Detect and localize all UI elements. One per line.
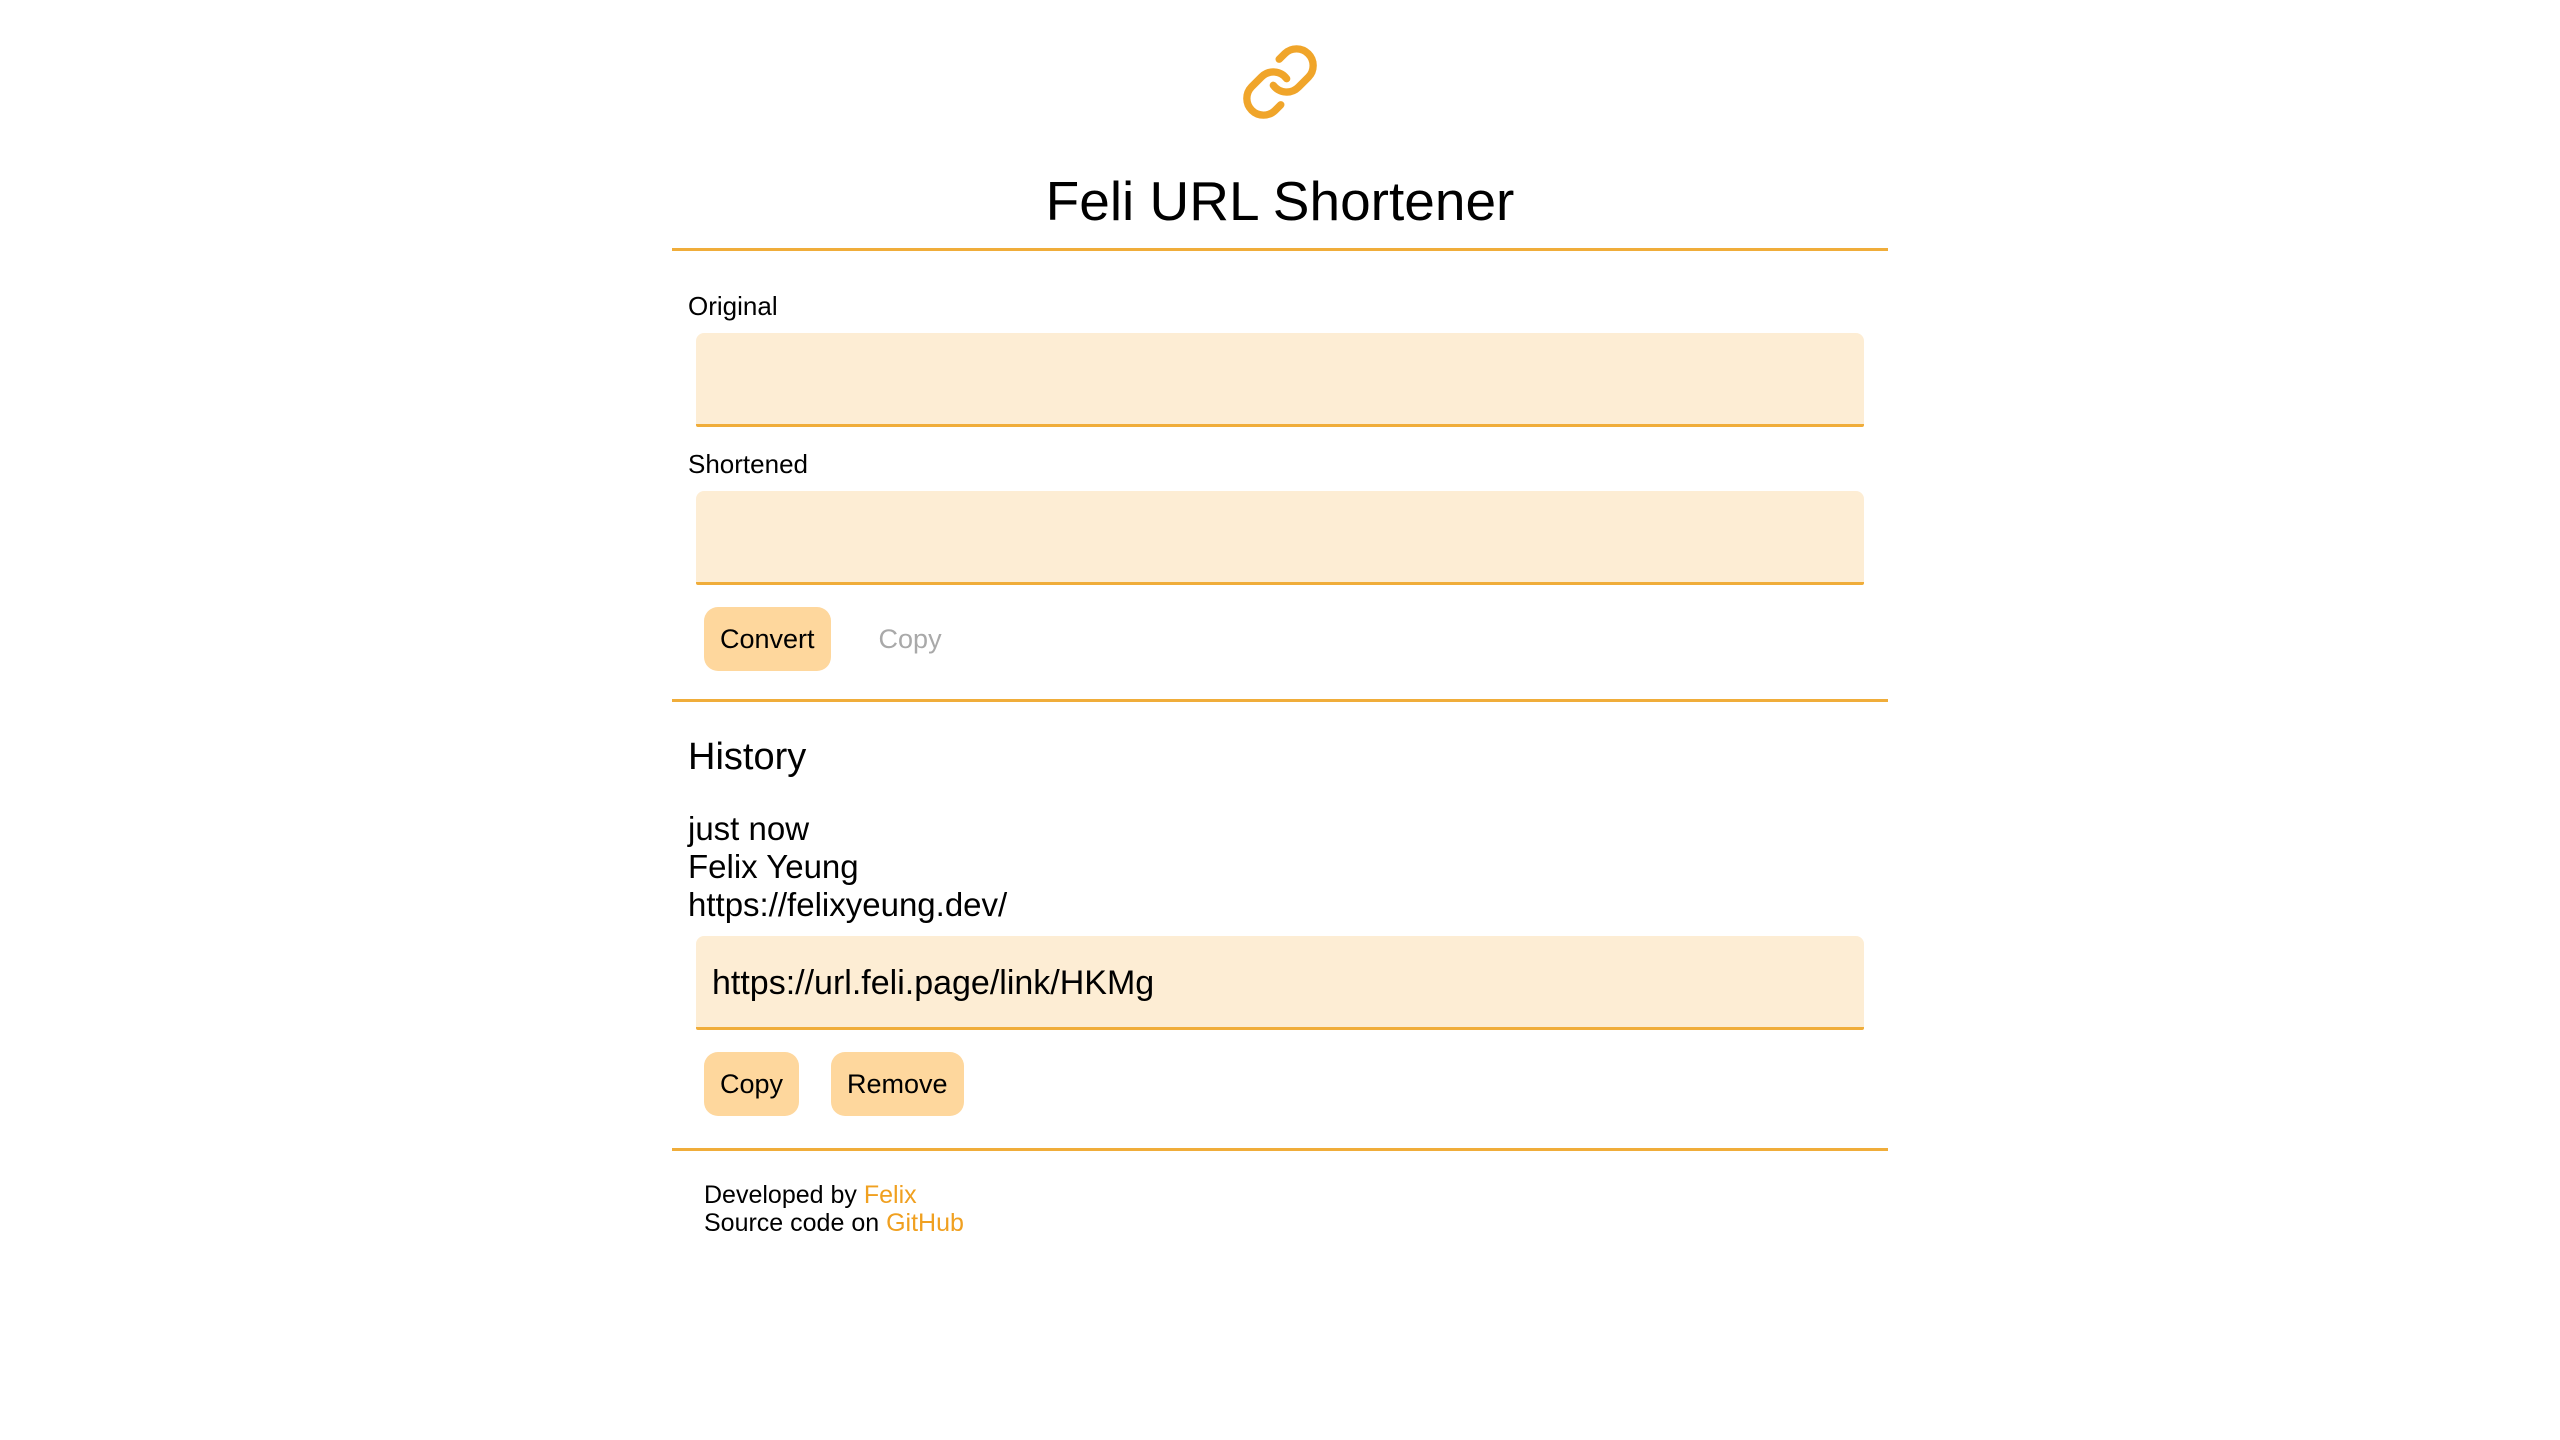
original-label: Original <box>688 291 778 321</box>
history-heading: History <box>688 736 807 778</box>
convert-button[interactable]: Convert <box>704 607 831 671</box>
history-item-time: just now <box>688 810 810 847</box>
source-code-text: Source code on <box>704 1209 880 1237</box>
converter-section: Original Shortened Convert Copy <box>672 251 1888 702</box>
link-icon <box>1243 45 1317 119</box>
developed-by-text: Developed by <box>704 1181 857 1209</box>
history-item-title: Felix Yeung <box>688 848 859 885</box>
footer-developer-line: Developed by Felix <box>704 1181 1856 1209</box>
developer-link[interactable]: Felix <box>864 1181 917 1209</box>
shortened-url-field[interactable] <box>696 491 1864 585</box>
copy-button-disabled[interactable]: Copy <box>863 607 958 671</box>
page-title: Feli URL Shortener <box>1045 170 1515 232</box>
footer: Developed by Felix Source code on GitHub <box>672 1151 1888 1267</box>
shortened-label: Shortened <box>688 449 808 479</box>
converter-actions: Convert Copy <box>704 607 1856 671</box>
history-section: History just now Felix Yeung https://fel… <box>672 702 1888 1151</box>
history-item-original-url: https://felixyeung.dev/ <box>688 886 1008 923</box>
history-remove-button[interactable]: Remove <box>831 1052 964 1116</box>
history-item-short-url-field[interactable]: https://url.feli.page/link/HKMg <box>696 936 1864 1030</box>
header: Feli URL Shortener <box>672 0 1888 251</box>
history-item: just now Felix Yeung https://felixyeung.… <box>688 810 1872 1116</box>
history-item-actions: Copy Remove <box>704 1052 1856 1116</box>
footer-source-line: Source code on GitHub <box>704 1209 1856 1237</box>
original-url-input[interactable] <box>696 333 1864 427</box>
history-copy-button[interactable]: Copy <box>704 1052 800 1116</box>
github-link[interactable]: GitHub <box>886 1209 964 1237</box>
app-container: Feli URL Shortener Original Shortened Co… <box>672 0 1888 1267</box>
